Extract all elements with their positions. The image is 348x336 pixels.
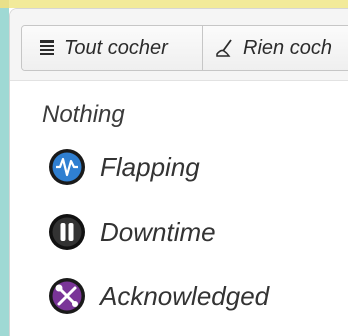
frame-left-edge (0, 0, 9, 336)
states-title: Nothing (42, 101, 125, 128)
check-all-label: Tout cocher (64, 36, 168, 59)
list-icon (38, 37, 56, 59)
flapping-icon (48, 148, 86, 186)
check-button-group: Tout cocher Rien coch (21, 25, 348, 71)
check-all-button[interactable]: Tout cocher (22, 26, 203, 70)
uncheck-all-label: Rien coch (243, 36, 332, 59)
filter-panel: Tout cocher Rien coch Nothing Flapping D… (9, 8, 348, 336)
pause-icon (48, 213, 86, 251)
state-item-flapping[interactable]: Flapping (48, 148, 200, 186)
state-label-acknowledged: Acknowledged (100, 280, 270, 311)
frame-corner (0, 0, 9, 8)
state-item-downtime[interactable]: Downtime (48, 213, 216, 251)
state-label-flapping: Flapping (100, 151, 200, 182)
state-label-downtime: Downtime (100, 216, 216, 247)
frame-top-edge (0, 0, 348, 8)
toolbar: Tout cocher Rien coch (10, 9, 348, 81)
tools-icon (48, 277, 86, 315)
state-item-acknowledged[interactable]: Acknowledged (48, 277, 269, 315)
uncheck-all-button[interactable]: Rien coch (203, 26, 348, 70)
broom-icon (215, 37, 235, 59)
